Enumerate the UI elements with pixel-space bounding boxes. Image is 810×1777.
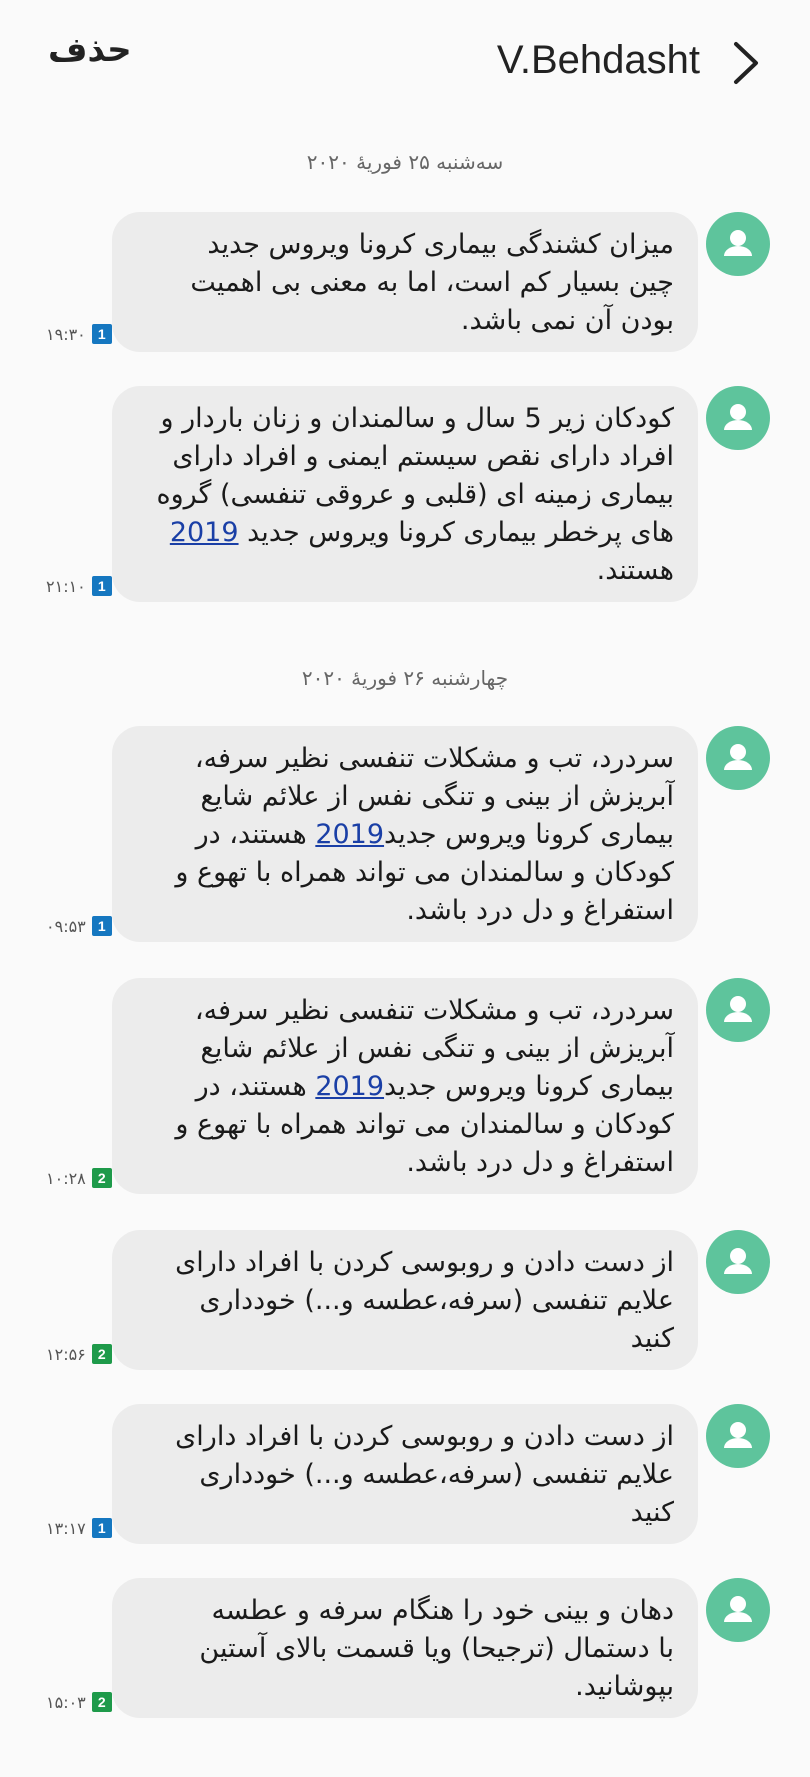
message-meta: ۲۱:۱۰ 1	[46, 576, 112, 596]
message-link[interactable]: 2019	[170, 517, 239, 548]
message-meta: ۱۳:۱۷ 1	[46, 1518, 112, 1538]
message-time: ۱۳:۱۷	[46, 1518, 86, 1538]
sim-badge: 1	[91, 1518, 112, 1538]
message-link[interactable]: 2019	[315, 1071, 384, 1102]
person-icon[interactable]	[706, 386, 770, 450]
person-icon[interactable]	[706, 212, 770, 276]
date-separator: سه‌شنبه ۲۵ فوریهٔ ۲۰۲۰	[306, 150, 504, 174]
message-time: ۱۹:۳۰	[46, 324, 86, 344]
sim-badge: 2	[91, 1168, 112, 1188]
contact-name: V.Behdasht	[496, 38, 700, 82]
delete-button[interactable]: حذف	[48, 30, 132, 70]
message-link[interactable]: 2019	[315, 819, 384, 850]
message-meta: ۱۹:۳۰ 1	[46, 324, 112, 344]
sim-badge: 1	[91, 916, 112, 936]
message-meta: ۰۹:۵۳ 1	[46, 916, 112, 936]
top-bar: حذف V.Behdasht	[0, 0, 810, 130]
person-icon[interactable]	[706, 726, 770, 790]
sim-badge: 2	[91, 1692, 112, 1712]
chevron-right-icon[interactable]	[728, 40, 764, 86]
message-bubble[interactable]: سردرد، تب و مشکلات تنفسی نظیر سرفه، آبری…	[112, 726, 698, 942]
message-meta: ۱۰:۲۸ 2	[46, 1168, 112, 1188]
person-icon[interactable]	[706, 1230, 770, 1294]
message-time: ۱۲:۵۶	[46, 1344, 86, 1364]
message-bubble[interactable]: کودکان زیر 5 سال و سالمندان و زنان باردا…	[112, 386, 698, 602]
message-time: ۱۵:۰۳	[46, 1692, 86, 1712]
message-bubble[interactable]: میزان کشندگی بیماری کرونا ویروس جدید چین…	[112, 212, 698, 352]
sim-badge: 2	[91, 1344, 112, 1364]
message-bubble[interactable]: از دست دادن و روبوسی کردن با افراد دارای…	[112, 1404, 698, 1544]
message-meta: ۱۲:۵۶ 2	[46, 1344, 112, 1364]
message-bubble[interactable]: از دست دادن و روبوسی کردن با افراد دارای…	[112, 1230, 698, 1370]
message-time: ۰۹:۵۳	[46, 916, 86, 936]
message-time: ۱۰:۲۸	[46, 1168, 86, 1188]
date-separator: چهارشنبه ۲۶ فوریهٔ ۲۰۲۰	[301, 666, 509, 690]
person-icon[interactable]	[706, 1578, 770, 1642]
message-time: ۲۱:۱۰	[46, 576, 86, 596]
person-icon[interactable]	[706, 1404, 770, 1468]
sim-badge: 1	[91, 576, 112, 596]
person-icon[interactable]	[706, 978, 770, 1042]
message-bubble[interactable]: سردرد، تب و مشکلات تنفسی نظیر سرفه، آبری…	[112, 978, 698, 1194]
message-text: هستند.	[596, 555, 674, 586]
message-meta: ۱۵:۰۳ 2	[46, 1692, 112, 1712]
sim-badge: 1	[91, 324, 112, 344]
message-bubble[interactable]: دهان و بینی خود را هنگام سرفه و عطسه با …	[112, 1578, 698, 1718]
